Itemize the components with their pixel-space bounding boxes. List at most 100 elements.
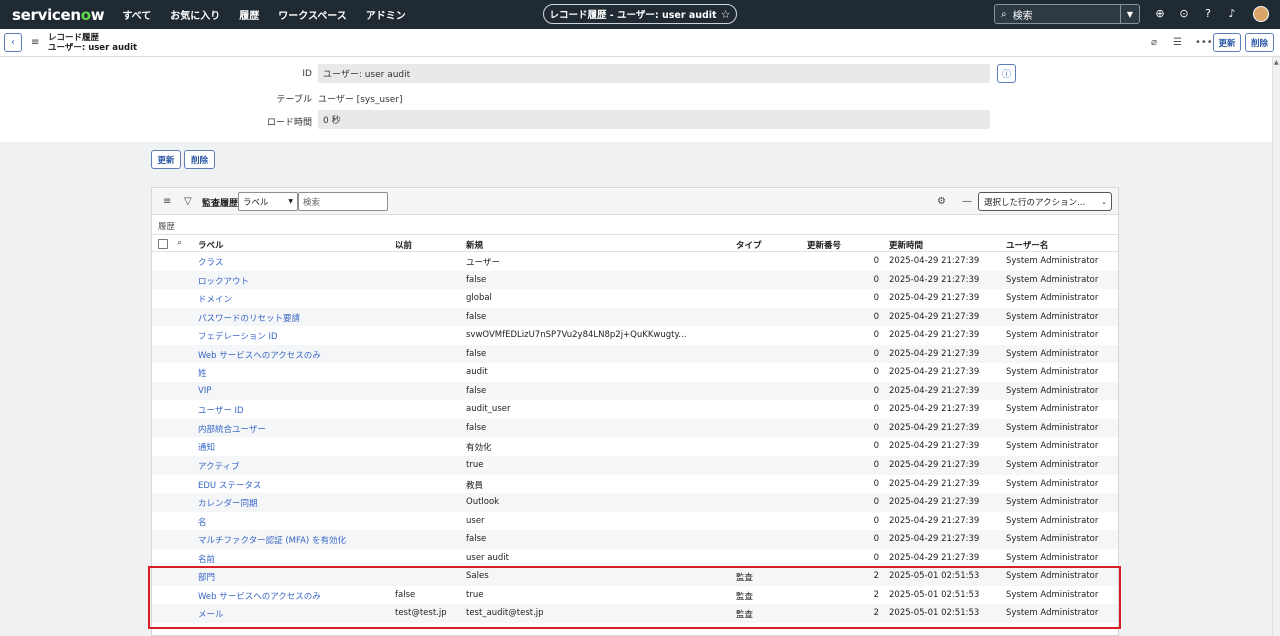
chevron-down-icon[interactable]: ▼: [1120, 5, 1139, 23]
minimize-icon[interactable]: —: [962, 196, 972, 207]
star-icon[interactable]: ☆: [721, 8, 731, 21]
cell-update-time: 2025-04-29 21:27:39: [889, 497, 980, 508]
table-row[interactable]: アクティブ true 0 2025-04-29 21:27:39 System Admi…: [152, 456, 1118, 475]
nav-workspaces[interactable]: ワークスペース: [278, 7, 347, 22]
col-user-name[interactable]: ユーザー名: [1006, 239, 1048, 251]
cell-label[interactable]: Web サービスへのアクセスのみ: [198, 590, 321, 602]
caret-down-icon: ▼: [288, 198, 293, 205]
page-title-pill[interactable]: レコード履歴 - ユーザー: user audit ☆: [543, 4, 737, 24]
update-button[interactable]: 更新: [1213, 33, 1241, 52]
back-button[interactable]: ‹: [4, 33, 22, 52]
cell-label[interactable]: EDU ステータス: [198, 479, 261, 491]
table-row[interactable]: 姓 audit 0 2025-04-29 21:27:39 System Adminis…: [152, 363, 1118, 382]
top-navigation-bar: servicenow すべて お気に入り 履歴 ワークスペース アドミン レコー…: [0, 0, 1280, 29]
col-old[interactable]: 以前: [395, 239, 412, 251]
cell-label[interactable]: 通知: [198, 441, 215, 453]
cell-update-time: 2025-04-29 21:27:39: [889, 515, 980, 526]
nav-all[interactable]: すべて: [122, 7, 151, 22]
cell-label[interactable]: フェデレーション ID: [198, 330, 278, 342]
cell-update-number: 0: [873, 441, 879, 452]
cell-update-number: 0: [873, 497, 879, 508]
select-all-checkbox[interactable]: [158, 239, 168, 249]
field-select[interactable]: ラベル ▼: [238, 192, 298, 211]
table-row[interactable]: パスワードのリセット要請 false 0 2025-04-29 21:27:39 Sys…: [152, 307, 1118, 327]
cell-label[interactable]: 姓: [198, 367, 207, 379]
delete-button[interactable]: 削除: [1245, 33, 1274, 52]
page-scrollbar[interactable]: ▲: [1272, 57, 1280, 636]
avatar[interactable]: [1253, 6, 1269, 22]
cell-label[interactable]: 内部統合ユーザー: [198, 423, 266, 435]
table-row[interactable]: ロックアウト false 0 2025-04-29 21:27:39 System Ad…: [152, 270, 1118, 290]
cell-label[interactable]: 部門: [198, 571, 215, 583]
chevron-left-icon: ‹: [11, 37, 15, 48]
col-update-time[interactable]: 更新時間: [889, 239, 923, 251]
breadcrumb[interactable]: 履歴: [158, 220, 175, 232]
chat-icon[interactable]: ⊙: [1177, 8, 1191, 20]
list-menu-icon[interactable]: ≡: [163, 196, 171, 207]
table-row[interactable]: マルチファクター認証 (MFA) を有効化 false 0 2025-04-29 21…: [152, 530, 1118, 549]
more-icon[interactable]: •••: [1195, 37, 1213, 48]
table-row[interactable]: EDU ステータス 教員 0 2025-04-29 21:27:39 System Ad…: [152, 475, 1118, 494]
table-row[interactable]: ユーザー ID audit_user 0 2025-04-29 21:27:39 Sys…: [152, 400, 1118, 419]
table-row[interactable]: 内部統合ユーザー false 0 2025-04-29 21:27:39 System …: [152, 418, 1118, 438]
cell-label[interactable]: メール: [198, 608, 224, 620]
table-row[interactable]: Web サービスへのアクセスのみ false 0 2025-04-29 21:27:3…: [152, 344, 1118, 364]
nav-admin[interactable]: アドミン: [366, 7, 406, 22]
bell-icon[interactable]: ♪: [1225, 8, 1239, 20]
gear-icon[interactable]: ⚙: [937, 196, 946, 207]
table-row[interactable]: 名 user 0 2025-04-29 21:27:39 System Administ…: [152, 512, 1118, 531]
cell-user-name: System Administrator: [1006, 460, 1099, 471]
info-button[interactable]: ⓘ: [997, 64, 1016, 83]
table-row[interactable]: ドメイン global 0 2025-04-29 21:27:39 System Adm…: [152, 289, 1118, 308]
servicenow-logo[interactable]: servicenow: [12, 6, 105, 24]
form-fields: ID ユーザー: user audit ⓘ テーブル ユーザー [sys_use…: [0, 57, 1272, 142]
cell-update-number: 0: [873, 385, 879, 396]
cell-label[interactable]: ドメイン: [198, 293, 232, 305]
col-new[interactable]: 新規: [466, 239, 483, 251]
row-action-select[interactable]: 選択した行のアクション... ⌄: [978, 192, 1112, 211]
col-label[interactable]: ラベル: [198, 239, 224, 251]
cell-user-name: System Administrator: [1006, 274, 1099, 285]
table-row[interactable]: Web サービスへのアクセスのみ false true 監査 2 2025-05-01 0…: [152, 586, 1118, 605]
hamburger-icon[interactable]: ≡: [31, 37, 39, 48]
nav-favorites[interactable]: お気に入り: [170, 7, 220, 22]
table-row[interactable]: クラス ユーザー 0 2025-04-29 21:27:39 System Admini…: [152, 252, 1118, 271]
chevron-down-icon: ⌄: [1101, 197, 1107, 206]
table-row[interactable]: 名前 user audit 0 2025-04-29 21:27:39 System A…: [152, 549, 1118, 568]
cell-new: user: [466, 515, 485, 526]
list-search-input[interactable]: 検索: [298, 192, 388, 211]
cell-label[interactable]: マルチファクター認証 (MFA) を有効化: [198, 534, 346, 546]
cell-label[interactable]: クラス: [198, 256, 223, 268]
cell-label[interactable]: VIP: [198, 386, 211, 396]
cell-user-name: System Administrator: [1006, 571, 1099, 582]
filter-icon[interactable]: ▽: [184, 196, 192, 207]
form-delete-button[interactable]: 削除: [184, 150, 215, 169]
nav-history[interactable]: 履歴: [239, 7, 259, 22]
cell-label[interactable]: ユーザー ID: [198, 404, 244, 416]
cell-label[interactable]: カレンダー同期: [198, 497, 258, 509]
help-icon[interactable]: ?: [1201, 8, 1215, 20]
cell-label[interactable]: 名: [198, 516, 207, 528]
table-row[interactable]: フェデレーション ID svwOVMfEDLizU7nSP7Vu2y84LN8p2…: [152, 326, 1118, 345]
table-row[interactable]: 部門 Sales 監査 2 2025-05-01 02:51:53 System Admi…: [152, 567, 1118, 586]
table-row[interactable]: 通知 有効化 0 2025-04-29 21:27:39 System Administ…: [152, 437, 1118, 456]
cell-label[interactable]: ロックアウト: [198, 275, 249, 287]
globe-icon[interactable]: ⊕: [1153, 8, 1167, 20]
cell-label[interactable]: 名前: [198, 553, 215, 565]
scroll-up-icon[interactable]: ▲: [1274, 59, 1279, 66]
table-row[interactable]: VIP false 0 2025-04-29 21:27:39 System Admin…: [152, 381, 1118, 401]
cell-label[interactable]: Web サービスへのアクセスのみ: [198, 349, 321, 361]
table-row[interactable]: カレンダー同期 Outlook 0 2025-04-29 21:27:39 System…: [152, 493, 1118, 512]
cell-label[interactable]: アクティブ: [198, 460, 240, 472]
paperclip-icon[interactable]: ⌀: [1151, 37, 1157, 48]
id-field[interactable]: ユーザー: user audit: [318, 64, 990, 83]
col-update-number[interactable]: 更新番号: [807, 239, 841, 251]
table-row[interactable]: メール test@test.jp test_audit@test.jp 監査 2 2025…: [152, 604, 1118, 623]
cell-user-name: System Administrator: [1006, 385, 1099, 396]
form-update-button[interactable]: 更新: [151, 150, 181, 169]
sliders-icon[interactable]: ☰: [1173, 37, 1182, 48]
column-search-icon[interactable]: ⌕: [177, 238, 182, 248]
cell-label[interactable]: パスワードのリセット要請: [198, 312, 300, 324]
global-search[interactable]: ⌕ 検索 ▼: [994, 4, 1140, 24]
col-type[interactable]: タイプ: [736, 239, 762, 251]
